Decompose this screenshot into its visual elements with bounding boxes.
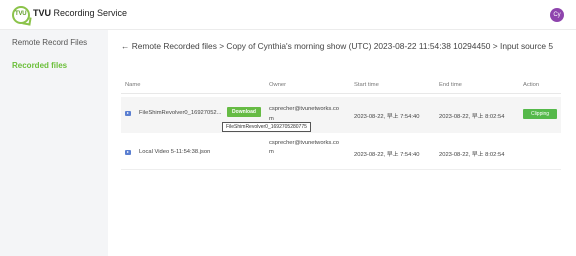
- end-time: 2023-08-22, 早上 8:02:54: [439, 114, 505, 120]
- video-file-icon: [125, 150, 131, 155]
- start-time: 2023-08-22, 早上 7:54:40: [354, 152, 420, 158]
- sidebar-item-remote-record-files[interactable]: Remote Record Files: [12, 38, 87, 47]
- column-header-action: Action: [523, 82, 540, 88]
- table-row: FileShimRevolver0_16927052... Download F…: [121, 97, 561, 133]
- file-name-tooltip: FileShimRevolver0_1692705280775: [222, 122, 311, 132]
- user-avatar[interactable]: Cy: [550, 8, 564, 22]
- sidebar-item-recorded-files[interactable]: Recorded files: [12, 61, 67, 70]
- app-title-text: Recording Service: [51, 8, 128, 18]
- table-header: Name Owner Start time End time Action: [121, 78, 561, 94]
- app-title: TVU Recording Service: [33, 8, 127, 18]
- start-time: 2023-08-22, 早上 7:54:40: [354, 114, 420, 120]
- top-bar: TVU TVU Recording Service Cy: [0, 0, 576, 30]
- file-name: Local Video 5-11:54:38.json: [139, 149, 211, 155]
- table-row: Local Video 5-11:54:38.json csprecher@tv…: [121, 134, 561, 170]
- breadcrumb[interactable]: ← Remote Recorded files > Copy of Cynthi…: [121, 41, 553, 51]
- column-header-end-time: End time: [439, 82, 462, 88]
- column-header-name: Name: [125, 82, 141, 88]
- sidebar: Remote Record Files Recorded files: [0, 30, 108, 256]
- column-header-start-time: Start time: [354, 82, 379, 88]
- file-name: FileShimRevolver0_16927052...: [139, 110, 222, 116]
- app-title-brand: TVU: [33, 8, 51, 18]
- clipping-button[interactable]: Clipping: [523, 109, 557, 119]
- column-header-owner: Owner: [269, 82, 287, 88]
- owner-email-wrap: m: [269, 149, 274, 155]
- owner-email: csprecher@tvunetworks.co: [269, 106, 339, 112]
- end-time: 2023-08-22, 早上 8:02:54: [439, 152, 505, 158]
- download-button[interactable]: Download: [227, 107, 261, 117]
- owner-email-wrap: m: [269, 116, 274, 122]
- video-file-icon: [125, 111, 131, 116]
- owner-email: csprecher@tvunetworks.co: [269, 140, 339, 146]
- tvu-logo-icon: TVU: [12, 6, 30, 24]
